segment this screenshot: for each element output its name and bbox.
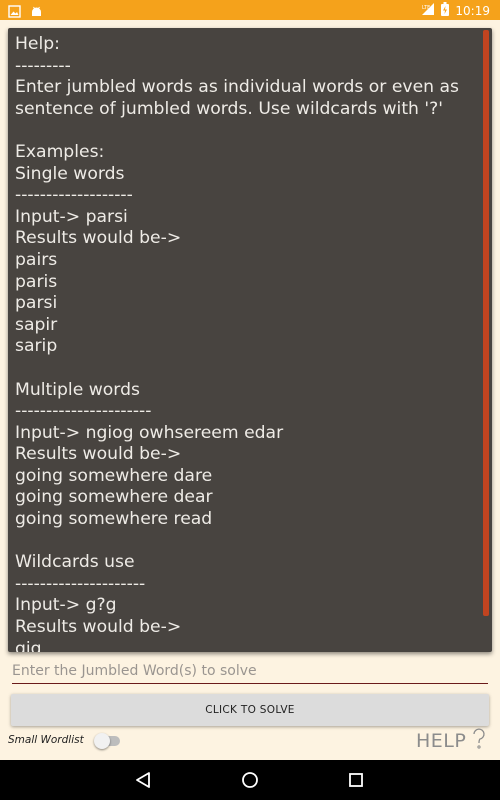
help-button-label: HELP: [416, 730, 467, 752]
toggle-thumb: [94, 733, 110, 749]
lte-signal-icon: LTE: [421, 2, 435, 19]
android-icon: [30, 3, 43, 22]
solve-button[interactable]: CLICK TO SOLVE: [11, 694, 489, 726]
help-button[interactable]: HELP: [416, 728, 486, 754]
navigation-bar: [0, 760, 500, 800]
help-panel[interactable]: Help: --------- Enter jumbled words as i…: [8, 28, 492, 652]
small-wordlist-label: Small Wordlist: [8, 734, 84, 746]
recents-icon[interactable]: [344, 768, 368, 792]
status-time: 10:19: [455, 3, 490, 18]
status-notifications: [8, 3, 43, 22]
help-text: Help: --------- Enter jumbled words as i…: [15, 34, 460, 652]
home-icon[interactable]: [238, 768, 262, 792]
back-icon[interactable]: [131, 768, 155, 792]
small-wordlist-toggle[interactable]: [94, 733, 122, 749]
battery-icon: [441, 2, 450, 19]
status-bar: LTE 10:19: [0, 0, 500, 20]
jumbled-word-input[interactable]: [12, 659, 488, 684]
question-mark-icon: [472, 728, 486, 754]
scrollbar[interactable]: [483, 30, 489, 616]
status-system: LTE 10:19: [421, 2, 490, 19]
image-icon: [8, 3, 21, 22]
svg-text:LTE: LTE: [422, 5, 430, 11]
